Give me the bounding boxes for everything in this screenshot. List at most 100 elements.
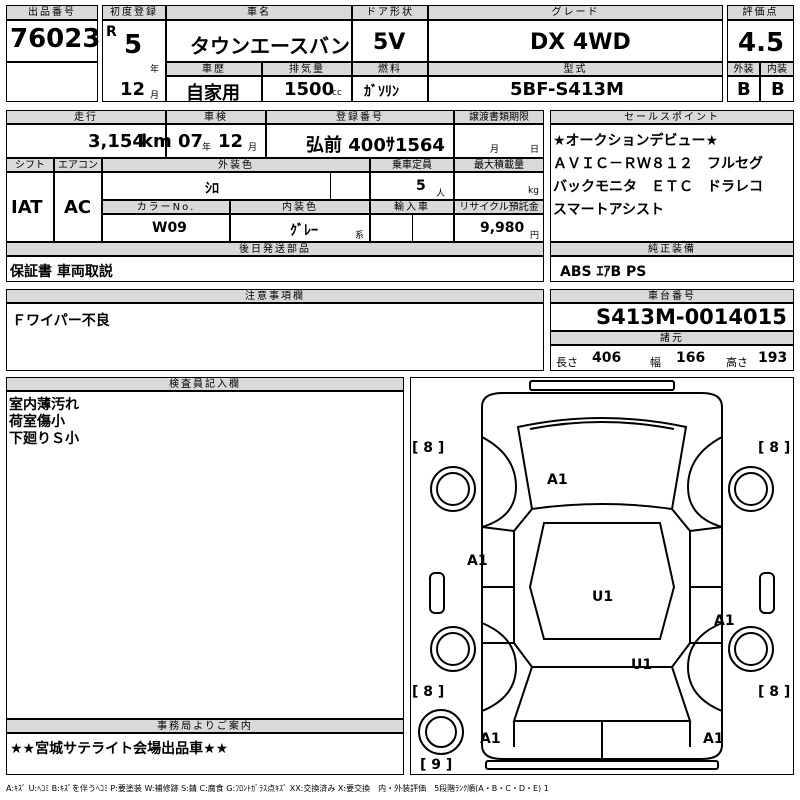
inspection-year: 07: [178, 131, 204, 152]
score-label: 評価点: [727, 5, 794, 20]
first-reg-month-unit: 月: [150, 91, 160, 101]
height-label: 高さ: [726, 356, 748, 369]
tread-rear-left: [ 8 ]: [412, 684, 445, 700]
color-number: W09: [152, 220, 187, 236]
first-reg-label: 初度登録: [102, 5, 166, 20]
door-type: 5V: [373, 30, 406, 55]
car-name-label: 車名: [166, 5, 352, 20]
history: 自家用: [186, 83, 240, 104]
mark-right-rear: A1: [714, 613, 735, 629]
first-reg-year-unit: 年: [150, 65, 160, 75]
sales-point-line-3: バックモニタ ＥＴＣ ドラレコ: [553, 179, 763, 195]
exterior-color: ｼﾛ: [205, 181, 219, 197]
width-label: 幅: [650, 356, 661, 369]
chassis-number: S413M-0014015: [596, 305, 787, 329]
inspection-month: 12: [218, 131, 244, 152]
aircon: AC: [64, 197, 92, 218]
later-parts-label: 後日発送部品: [6, 242, 544, 256]
capacity: 5: [416, 178, 426, 194]
tread-spare: [ 9 ]: [420, 757, 453, 773]
mileage: 3,154: [88, 131, 145, 152]
interior-color-unit: 系: [355, 231, 365, 241]
grade: DX 4WD: [530, 30, 631, 55]
tread-rear-right: [ 8 ]: [758, 684, 791, 700]
ac-label: エアコン: [54, 158, 102, 172]
capacity-unit: 人: [436, 189, 446, 199]
capacity-label: 乗車定員: [370, 158, 454, 172]
inspector-line-3: 下廻りＳ小: [9, 431, 79, 447]
registration-number: 弘前 400ｻ1564: [306, 135, 445, 156]
notes: Ｆワイパー不良: [12, 313, 110, 329]
recycle-fee: 9,980: [480, 220, 525, 236]
length-label: 長さ: [556, 356, 578, 369]
mileage-label: 走行: [6, 110, 166, 124]
sales-points-label: セールスポイント: [550, 110, 794, 124]
model-label: 型式: [428, 62, 723, 76]
color-no-label: カラーNo.: [102, 200, 230, 214]
inspection-year-unit: 年: [202, 143, 212, 153]
length: 406: [592, 350, 622, 366]
inspection-month-unit: 月: [248, 143, 258, 153]
first-reg-month: 12: [120, 79, 146, 100]
width: 166: [676, 350, 706, 366]
ext-grade: B: [737, 79, 751, 100]
interior-color: ｸﾞﾚｰ: [290, 223, 318, 239]
inspector-label: 検査員記入欄: [6, 377, 404, 391]
import-label: 輸入車: [370, 200, 454, 214]
ext-label: 外装: [727, 62, 760, 76]
car-name: タウンエースバン: [190, 34, 350, 58]
equipment-label: 純正装備: [550, 242, 794, 256]
reg-no-label: 登録番号: [266, 110, 454, 124]
first-reg-era: R: [106, 24, 117, 40]
int-grade: B: [771, 79, 785, 100]
mark-rear-right: A1: [703, 731, 724, 747]
transfer-day-unit: 日: [530, 145, 540, 155]
score: 4.5: [738, 28, 785, 58]
inspection-label: 車検: [166, 110, 266, 124]
int-color-label: 内装色: [230, 200, 370, 214]
sales-point-line-4: スマートアシスト: [553, 202, 665, 218]
office-note: ★★宮城サテライト会場出品車★★: [10, 741, 229, 757]
load-unit: kg: [528, 186, 539, 196]
color-cell-divider: [330, 172, 370, 200]
shift-label: シフト: [6, 158, 54, 172]
shift: IAT: [11, 197, 43, 218]
transfer-label: 譲渡書類期限: [454, 110, 544, 124]
load-label: 最大積載量: [454, 158, 544, 172]
lot-number: 76023: [10, 24, 101, 54]
equipment: ABS ｴｱB PS: [560, 264, 647, 280]
import-cell-divider: [412, 214, 454, 242]
recycle-fee-unit: 円: [530, 231, 540, 241]
mark-hood: A1: [547, 472, 568, 488]
displacement: 1500: [284, 79, 335, 100]
height: 193: [758, 350, 788, 366]
door-label: ドア形状: [352, 5, 428, 20]
lot-label: 出品番号: [6, 5, 98, 20]
grade-label: グレード: [428, 5, 723, 20]
int-label: 内装: [760, 62, 794, 76]
transfer-month-unit: 月: [490, 145, 500, 155]
later-parts: 保証書 車両取説: [10, 264, 113, 280]
fuel-label: 燃料: [352, 62, 428, 76]
recycle-label: リサイクル預託金: [454, 200, 544, 214]
chassis-label: 車台番号: [550, 289, 794, 303]
car-diagram: [418, 380, 775, 770]
cc-label: 排気量: [262, 62, 352, 76]
tread-front-left: [ 8 ]: [412, 440, 445, 456]
tread-front-right: [ 8 ]: [758, 440, 791, 456]
fuel: ｶﾞｿﾘﾝ: [364, 84, 399, 100]
office-label: 事務局よりご案内: [6, 719, 404, 733]
sales-point-line-1: ★オークションデビュー★: [553, 133, 719, 149]
history-label: 車歴: [166, 62, 262, 76]
first-reg-year: 5: [124, 30, 143, 60]
mark-rear-left: A1: [480, 731, 501, 747]
mark-roof: U1: [592, 589, 614, 605]
color-label: 外装色: [102, 158, 370, 172]
notes-label: 注意事項欄: [6, 289, 544, 303]
mark-left-front-door: A1: [467, 553, 488, 569]
mark-rear-floor: U1: [631, 657, 653, 673]
displacement-unit: cc: [332, 88, 342, 98]
lot-lower-cell: [6, 62, 98, 102]
specs-label: 諸元: [550, 331, 794, 345]
model: 5BF-S413M: [510, 79, 624, 100]
